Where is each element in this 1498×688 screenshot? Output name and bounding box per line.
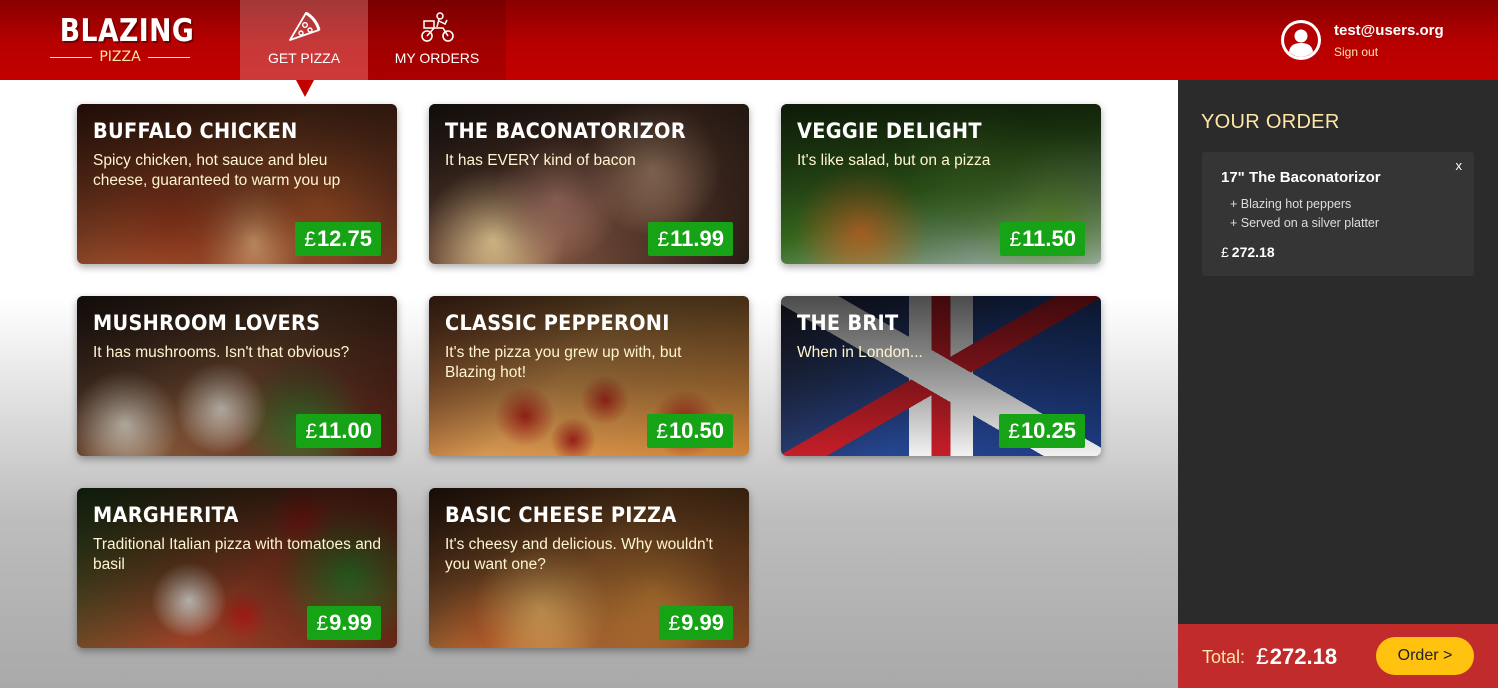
currency-symbol: £ — [1256, 643, 1269, 669]
pizza-price: £11.50 — [1000, 222, 1085, 256]
pizza-card[interactable]: Buffalo chicken Spicy chicken, hot sauce… — [77, 104, 397, 264]
sign-out-link[interactable]: Sign out — [1334, 45, 1378, 59]
pizza-price: £11.99 — [648, 222, 733, 256]
logo-text: BLAZING — [59, 13, 195, 49]
pizza-price: £9.99 — [659, 606, 733, 640]
currency-symbol: £ — [656, 420, 668, 443]
user-info: test@users.org Sign out — [1280, 19, 1480, 63]
pizza-description: Traditional Italian pizza with tomatoes … — [93, 536, 382, 573]
pizza-menu: Buffalo chicken Spicy chicken, hot sauce… — [0, 80, 1178, 688]
pizza-name: Mushroom Lovers — [93, 311, 321, 335]
logo-subtext: PIZZA — [50, 49, 190, 65]
pizza-description: It has EVERY kind of bacon — [445, 152, 636, 169]
pizza-card[interactable]: Veggie Delight It's like salad, but on a… — [781, 104, 1101, 264]
currency-symbol: £ — [657, 228, 670, 251]
pizza-name: Classic pepperoni — [445, 311, 670, 335]
pizza-description: It's like salad, but on a pizza — [797, 152, 991, 169]
pizza-description: Spicy chicken, hot sauce and bleu cheese… — [93, 152, 341, 189]
pizza-card[interactable]: The Baconatorizor It has EVERY kind of b… — [429, 104, 749, 264]
pizza-price: £12.75 — [295, 222, 381, 256]
currency-symbol: £ — [304, 228, 316, 251]
order-sidebar: YOUR ORDER 17" The Baconatorizor x + Bla… — [1178, 80, 1498, 688]
active-tab-pointer — [296, 80, 314, 97]
pizza-name: The Baconatorizor — [445, 119, 686, 143]
order-button[interactable]: Order > — [1376, 637, 1474, 675]
tab-my-orders[interactable]: MY ORDERS — [368, 0, 506, 80]
pizza-name: Buffalo chicken — [93, 119, 298, 143]
order-item-topping: + Blazing hot peppers — [1230, 197, 1352, 211]
delivery-scooter-icon — [421, 12, 454, 42]
logo-divider-right — [148, 57, 190, 58]
order-footer: Total: £272.18 Order > — [1178, 624, 1498, 688]
pizza-price: £9.99 — [307, 606, 381, 640]
pizza-name: Veggie Delight — [797, 119, 982, 143]
currency-symbol: £ — [305, 420, 318, 443]
pizza-description: It's cheesy and delicious. Why wouldn't … — [445, 536, 713, 573]
user-email: test@users.org — [1334, 22, 1444, 39]
pizza-slice-icon — [289, 11, 321, 41]
pizza-description: When in London... — [797, 344, 923, 361]
total-label: Total: — [1202, 647, 1246, 667]
order-item-topping: + Served on a silver platter — [1230, 216, 1380, 230]
order-item-price-value: 272.18 — [1231, 244, 1275, 260]
logo-divider-left — [50, 57, 92, 58]
price-value: 9.99 — [681, 610, 724, 635]
pizza-name: Basic Cheese Pizza — [445, 503, 677, 527]
logo-subtext-label: PIZZA — [99, 49, 141, 65]
order-item-price: £272.18 — [1221, 244, 1275, 260]
pizza-description: It's the pizza you grew up with, but Bla… — [445, 344, 682, 381]
currency-symbol: £ — [316, 612, 329, 635]
price-value: 11.99 — [670, 226, 724, 251]
pizza-card[interactable]: Basic Cheese Pizza It's cheesy and delic… — [429, 488, 749, 648]
order-item: 17" The Baconatorizor x + Blazing hot pe… — [1202, 152, 1474, 276]
currency-symbol: £ — [1221, 244, 1229, 260]
pizza-card[interactable]: The Brit When in London... £10.25 — [781, 296, 1101, 456]
price-value: 9.99 — [329, 610, 372, 635]
price-value: 12.75 — [316, 226, 372, 251]
user-avatar-icon[interactable] — [1280, 19, 1322, 61]
price-value: 10.50 — [668, 418, 724, 443]
pizza-name: Margherita — [93, 503, 239, 527]
currency-symbol: £ — [1008, 420, 1020, 443]
price-value: 10.25 — [1020, 418, 1076, 443]
pizza-description: It has mushrooms. Isn't that obvious? — [93, 344, 350, 361]
price-value: 11.50 — [1022, 226, 1076, 251]
pizza-card[interactable]: Margherita Traditional Italian pizza wit… — [77, 488, 397, 648]
order-title: YOUR ORDER — [1201, 111, 1340, 133]
currency-symbol: £ — [1009, 228, 1022, 251]
total-price-value: 272.18 — [1269, 644, 1338, 669]
pizza-name: The Brit — [797, 311, 899, 335]
pizza-price: £11.00 — [296, 414, 381, 448]
pizza-card[interactable]: Mushroom Lovers It has mushrooms. Isn't … — [77, 296, 397, 456]
remove-item-button[interactable]: x — [1456, 158, 1463, 173]
tab-my-orders-label: MY ORDERS — [394, 50, 480, 66]
pizza-price: £10.50 — [647, 414, 733, 448]
price-value: 11.00 — [318, 418, 372, 443]
logo[interactable]: BLAZING PIZZA — [50, 13, 195, 66]
tab-get-pizza[interactable]: GET PIZZA — [240, 0, 368, 80]
top-bar: BLAZING PIZZA GET PIZZA MY ORDERS test@u… — [0, 0, 1498, 80]
pizza-price: £10.25 — [999, 414, 1085, 448]
currency-symbol: £ — [668, 612, 681, 635]
total-price: £272.18 — [1256, 643, 1337, 670]
order-item-title: 17" The Baconatorizor — [1221, 169, 1381, 186]
tab-get-pizza-label: GET PIZZA — [267, 50, 341, 66]
pizza-card[interactable]: Classic pepperoni It's the pizza you gre… — [429, 296, 749, 456]
